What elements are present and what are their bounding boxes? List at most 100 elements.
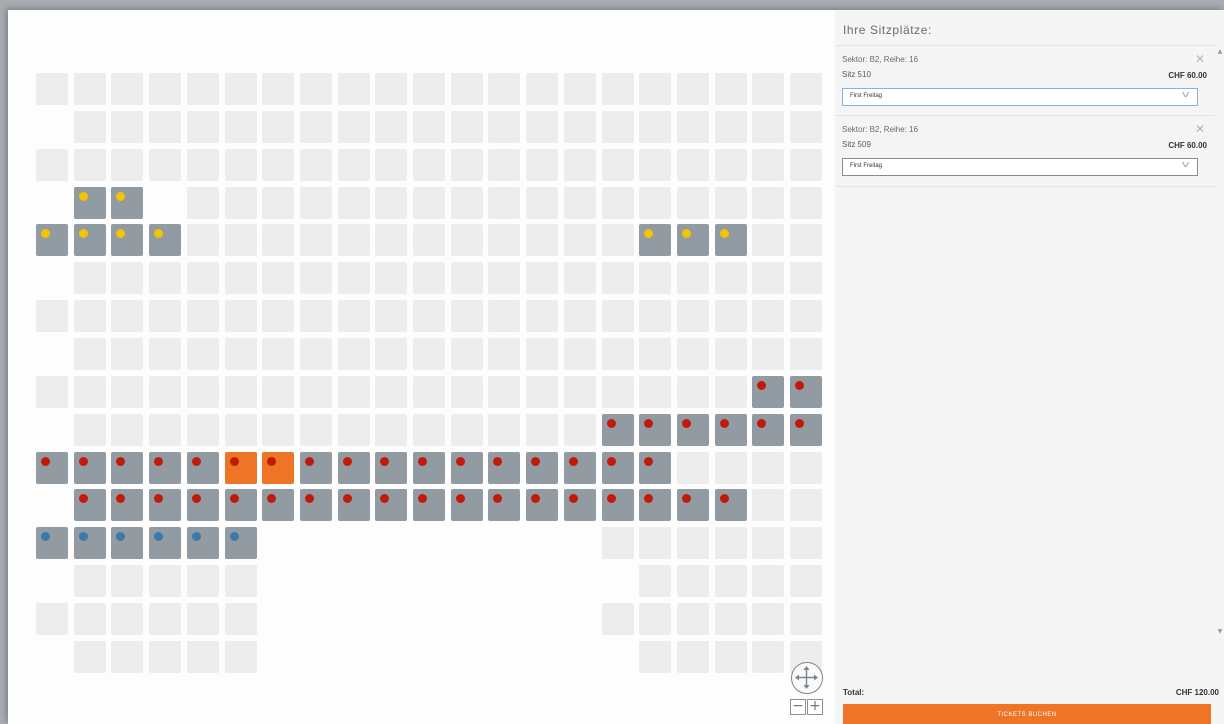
seat-free[interactable] (186, 337, 219, 370)
zoom-in-button[interactable]: + (807, 699, 823, 715)
seat-free[interactable] (639, 300, 672, 333)
seat-occupied[interactable] (149, 527, 182, 560)
seat-free[interactable] (752, 110, 785, 143)
seat-free[interactable] (676, 73, 709, 105)
seat-occupied[interactable] (111, 527, 144, 560)
seat-free[interactable] (186, 73, 219, 105)
seat-free[interactable] (224, 73, 257, 105)
seat-free[interactable] (526, 224, 559, 257)
seat-free[interactable] (676, 565, 709, 597)
seat-free[interactable] (450, 337, 483, 370)
seat-free[interactable] (563, 148, 596, 181)
seat-free[interactable] (601, 148, 634, 181)
seat-free[interactable] (752, 224, 785, 257)
seat-free[interactable] (714, 565, 747, 597)
seat-free[interactable] (450, 186, 483, 219)
seat-free[interactable] (111, 602, 144, 635)
zoom-out-button[interactable]: − (790, 699, 806, 715)
seat-free[interactable] (790, 337, 822, 370)
seat-free[interactable] (224, 602, 257, 635)
seat-occupied[interactable] (639, 489, 672, 522)
seat-free[interactable] (224, 375, 257, 408)
seat-free[interactable] (752, 527, 785, 560)
seat-free[interactable] (676, 527, 709, 560)
seat-free[interactable] (36, 602, 68, 635)
seat-free[interactable] (224, 186, 257, 219)
seat-free[interactable] (450, 413, 483, 446)
seat-free[interactable] (413, 148, 445, 181)
seat-free[interactable] (676, 640, 709, 673)
close-icon[interactable]: ✕ (1195, 52, 1205, 66)
seat-occupied[interactable] (601, 489, 634, 522)
seat-occupied[interactable] (36, 527, 68, 560)
seat-free[interactable] (413, 337, 445, 370)
seat-free[interactable] (413, 375, 445, 408)
seat-free[interactable] (790, 148, 822, 181)
seat-free[interactable] (186, 224, 219, 257)
seat-free[interactable] (676, 110, 709, 143)
seat-free[interactable] (149, 110, 182, 143)
seat-free[interactable] (601, 186, 634, 219)
seat-free[interactable] (526, 413, 559, 446)
seat-occupied[interactable] (262, 489, 295, 522)
seat-free[interactable] (601, 527, 634, 560)
seat-occupied[interactable] (450, 489, 483, 522)
seat-free[interactable] (186, 640, 219, 673)
seat-free[interactable] (111, 640, 144, 673)
seat-free[interactable] (73, 110, 106, 143)
seat-free[interactable] (639, 186, 672, 219)
seat-free[interactable] (752, 148, 785, 181)
seat-free[interactable] (299, 375, 332, 408)
seat-occupied[interactable] (413, 451, 445, 484)
seat-free[interactable] (526, 300, 559, 333)
seat-free[interactable] (714, 602, 747, 635)
seat-free[interactable] (299, 337, 332, 370)
seat-free[interactable] (676, 451, 709, 484)
seat-free[interactable] (111, 262, 144, 295)
seat-occupied[interactable] (752, 375, 785, 408)
seat-free[interactable] (375, 337, 408, 370)
seat-occupied[interactable] (111, 224, 144, 257)
seat-occupied[interactable] (450, 451, 483, 484)
seat-free[interactable] (563, 73, 596, 105)
seat-free[interactable] (676, 186, 709, 219)
seat-free[interactable] (601, 300, 634, 333)
seat-free[interactable] (752, 262, 785, 295)
seat-free[interactable] (73, 640, 106, 673)
seat-free[interactable] (714, 148, 747, 181)
seat-free[interactable] (262, 262, 295, 295)
seat-free[interactable] (601, 262, 634, 295)
seat-free[interactable] (262, 375, 295, 408)
seat-free[interactable] (149, 262, 182, 295)
seat-free[interactable] (299, 186, 332, 219)
seat-free[interactable] (752, 73, 785, 105)
seat-free[interactable] (73, 337, 106, 370)
seat-occupied[interactable] (676, 413, 709, 446)
seat-occupied[interactable] (186, 451, 219, 484)
seat-occupied[interactable] (299, 451, 332, 484)
seat-free[interactable] (224, 565, 257, 597)
seat-occupied[interactable] (299, 489, 332, 522)
scroll-up-icon[interactable]: ▲ (1216, 48, 1224, 56)
seat-free[interactable] (526, 262, 559, 295)
seat-free[interactable] (639, 375, 672, 408)
seat-free[interactable] (337, 148, 370, 181)
seat-free[interactable] (488, 186, 521, 219)
seat-free[interactable] (111, 300, 144, 333)
seat-free[interactable] (73, 602, 106, 635)
seat-free[interactable] (299, 73, 332, 105)
seat-free[interactable] (676, 602, 709, 635)
seat-free[interactable] (149, 640, 182, 673)
seat-free[interactable] (149, 413, 182, 446)
seat-free[interactable] (186, 375, 219, 408)
seat-free[interactable] (488, 375, 521, 408)
seat-occupied[interactable] (375, 489, 408, 522)
seat-free[interactable] (601, 224, 634, 257)
seat-free[interactable] (526, 148, 559, 181)
seat-free[interactable] (676, 148, 709, 181)
seat-free[interactable] (790, 527, 822, 560)
seat-free[interactable] (450, 73, 483, 105)
seat-free[interactable] (36, 148, 68, 181)
seat-free[interactable] (790, 262, 822, 295)
seat-free[interactable] (526, 337, 559, 370)
